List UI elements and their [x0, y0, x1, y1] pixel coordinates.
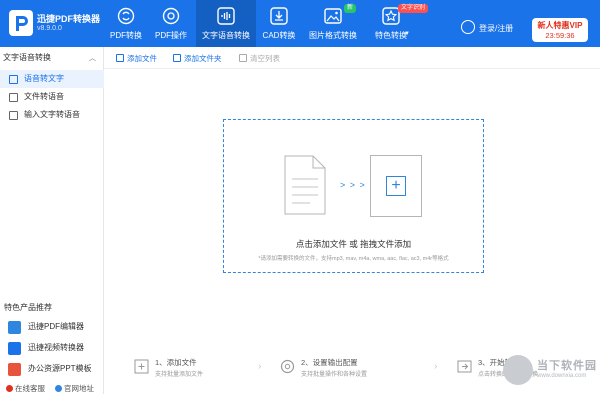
sidebar-section-header[interactable]: 文字语音转换 ︿	[0, 52, 104, 66]
sidebar-item-label: 文件转语音	[24, 92, 64, 101]
add-file-button[interactable]: 添加文件	[116, 53, 157, 64]
sidebar-item-file-to-speech[interactable]: 文件转语音	[0, 88, 104, 106]
refresh-icon	[117, 7, 135, 25]
vip-promo-button[interactable]: 新人特惠VIP 23:59:36	[532, 18, 588, 42]
nav-cad-convert[interactable]: CAD转换	[260, 0, 298, 47]
sidebar-item-label: 语音转文字	[24, 74, 64, 83]
app-version: v8.9.0.0	[37, 25, 62, 32]
user-avatar-icon[interactable]	[461, 20, 475, 34]
watermark-text: 当下软件园	[537, 360, 597, 372]
recommend-title: 特色产品推荐	[4, 303, 52, 312]
dropzone-format-hint: *请添加需要转换的文件，支持mp3, mav, m4a, wma, aac, f…	[258, 256, 449, 262]
nav-label: 图片格式转换	[309, 31, 357, 40]
document-icon	[284, 155, 326, 215]
recommend-video-converter[interactable]: 迅捷视频转换器	[2, 339, 100, 357]
ppt-template-icon	[8, 363, 21, 376]
new-badge: 新	[344, 4, 357, 13]
add-file-icon	[116, 54, 124, 62]
vip-countdown: 23:59:36	[545, 31, 575, 40]
website-link[interactable]: 官网地址	[55, 383, 94, 394]
sidebar-item-speech-to-text[interactable]: 语音转文字	[0, 70, 104, 88]
recommend-label: 办公资源PPT模板	[28, 364, 92, 373]
video-converter-icon	[8, 342, 21, 355]
toolbar: 添加文件 添加文件夹 清空列表	[104, 47, 600, 69]
step-separator-icon: ›	[258, 361, 262, 372]
sidebar-section-title: 文字语音转换	[3, 53, 51, 62]
nav-label: PDF转换	[110, 31, 142, 40]
text-input-icon	[9, 111, 18, 120]
watermark-logo-icon	[503, 355, 533, 385]
step-desc: 支持批量操作和各种设置	[301, 372, 368, 378]
vip-title: 新人特惠VIP	[537, 21, 583, 30]
globe-icon	[55, 385, 62, 392]
recommend-pdf-editor[interactable]: 迅捷PDF编辑器	[2, 318, 100, 336]
recommend-ppt-template[interactable]: 办公资源PPT模板	[2, 360, 100, 378]
nav-label: CAD转换	[262, 31, 296, 40]
nav-text-voice[interactable]: 文字语音转换	[196, 0, 256, 47]
ocr-badge: 文字识别	[398, 4, 429, 13]
add-target-box: +	[370, 155, 422, 217]
chevron-up-icon[interactable]: ︿	[89, 53, 96, 63]
audio-file-icon	[9, 75, 18, 84]
dropzone-main-text: 点击添加文件 或 拖拽文件添加	[295, 239, 412, 249]
dropdown-caret-icon[interactable]: ▼	[404, 31, 410, 37]
app-title: 迅捷PDF转换器	[37, 14, 101, 24]
download-box-icon	[270, 7, 288, 25]
step-desc: 支持批量添加文件	[155, 372, 204, 378]
nav-label: 特色转换	[375, 31, 407, 40]
step-separator-icon: ›	[434, 361, 438, 372]
nav-pdf-operate[interactable]: PDF操作	[151, 0, 191, 47]
clear-list-button[interactable]: 清空列表	[239, 53, 280, 64]
add-folder-label: 添加文件夹	[184, 54, 222, 63]
add-file-step-icon	[134, 359, 149, 374]
file-icon	[9, 93, 18, 102]
nav-label: PDF操作	[155, 31, 187, 40]
file-drop-zone[interactable]: > > > + 点击添加文件 或 拖拽文件添加 *请添加需要转换的文件，支持mp…	[223, 119, 484, 273]
recommend-label: 迅捷视频转换器	[28, 343, 84, 352]
online-service-link[interactable]: 在线客服	[6, 383, 45, 394]
nav-pdf-convert[interactable]: PDF转换	[107, 0, 145, 47]
step-title: 2、设置输出配置	[301, 358, 358, 367]
clear-list-label: 清空列表	[250, 54, 280, 63]
website-label: 官网地址	[64, 384, 94, 393]
gear-icon	[162, 7, 180, 25]
sidebar: 文字语音转换 ︿ 语音转文字 文件转语音 输入文字转语音 特色产品推荐 迅捷PD…	[0, 47, 104, 394]
sidebar-item-label: 输入文字转语音	[24, 110, 80, 119]
watermark: 当下软件园 www.downxia.com	[503, 353, 597, 389]
step-title: 1、添加文件	[155, 358, 197, 367]
add-folder-button[interactable]: 添加文件夹	[173, 53, 222, 64]
sidebar-item-text-to-speech[interactable]: 输入文字转语音	[0, 106, 104, 124]
recommend-label: 迅捷PDF编辑器	[28, 322, 84, 331]
sound-wave-icon	[217, 7, 235, 25]
login-register-link[interactable]: 登录/注册	[479, 23, 513, 34]
add-folder-icon	[173, 54, 181, 62]
watermark-url: www.downxia.com	[537, 373, 587, 379]
convert-step-icon	[457, 360, 472, 373]
nav-label: 文字语音转换	[202, 31, 250, 40]
top-bar: 迅捷PDF转换器 v8.9.0.0 PDF转换 PDF操作 文字语音转换 CAD…	[0, 0, 600, 47]
headset-icon	[6, 385, 13, 392]
online-service-label: 在线客服	[15, 384, 45, 393]
gear-step-icon	[280, 359, 295, 374]
trash-icon	[239, 54, 247, 62]
plus-icon: +	[386, 176, 406, 196]
pdf-editor-icon	[8, 321, 21, 334]
image-icon	[324, 8, 342, 24]
arrows-icon: > > >	[340, 180, 366, 190]
add-file-label: 添加文件	[127, 54, 157, 63]
app-logo-icon	[9, 10, 33, 36]
